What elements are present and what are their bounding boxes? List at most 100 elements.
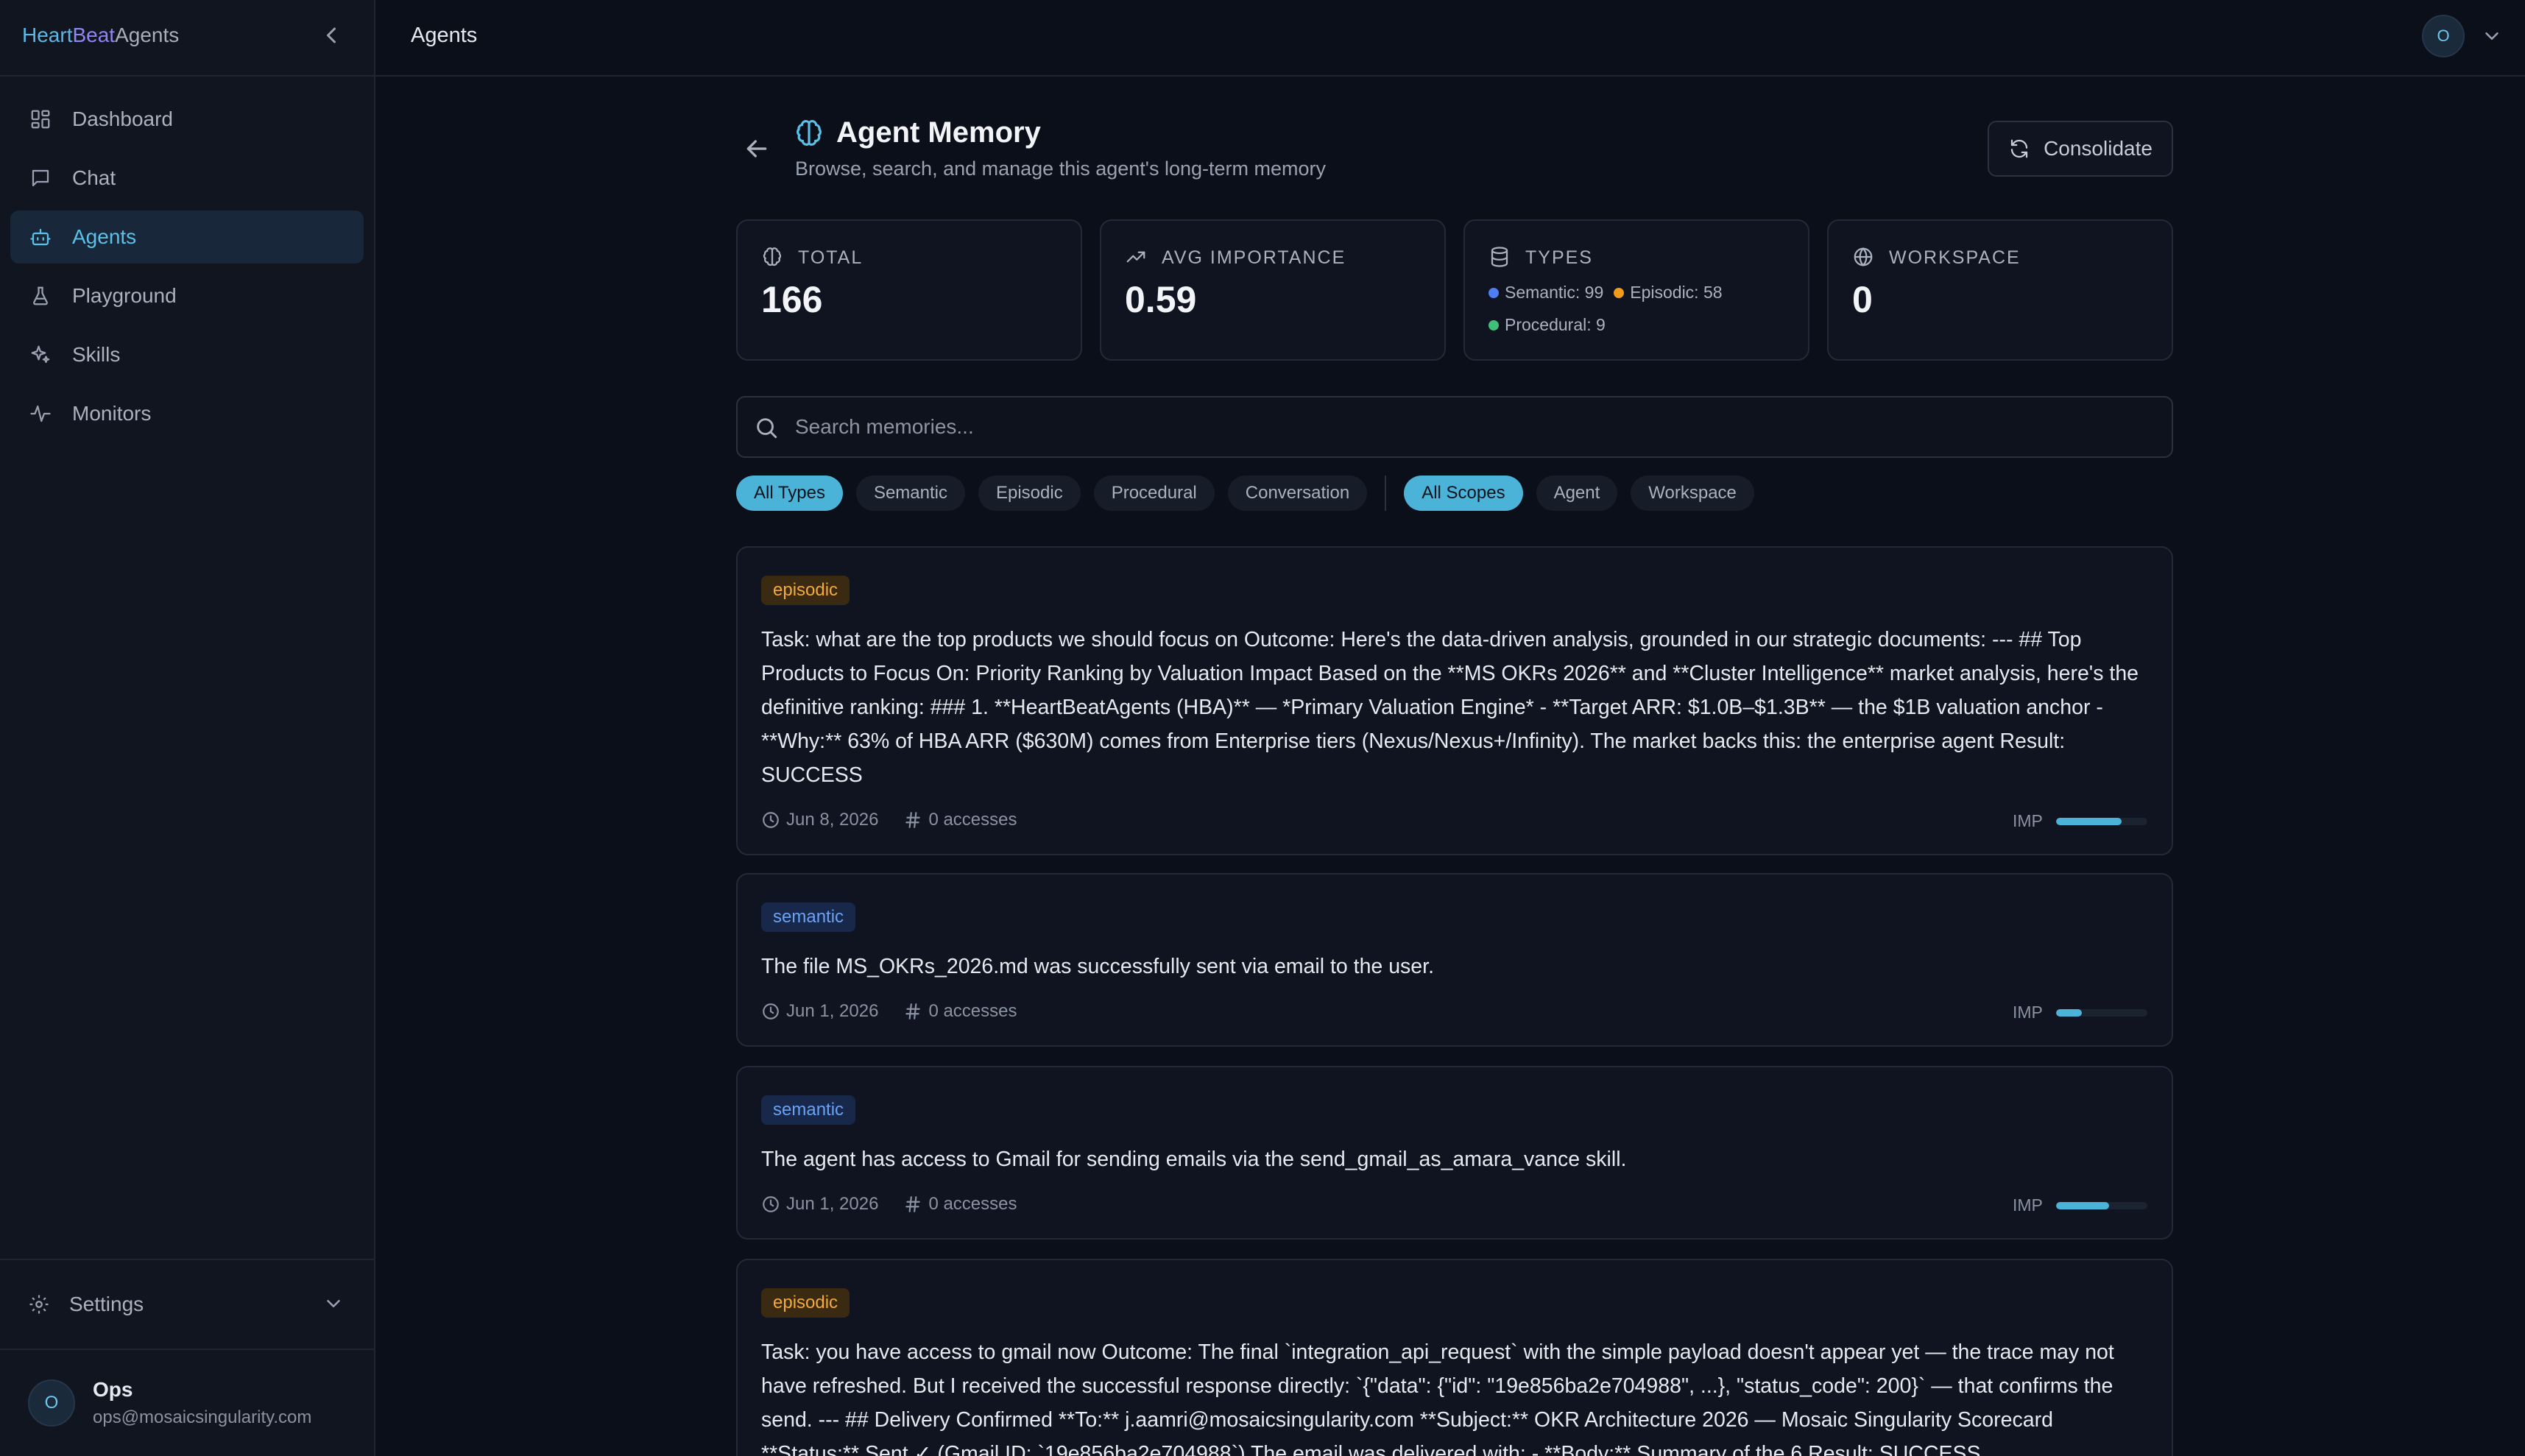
- stat-value: 166: [761, 279, 823, 320]
- types-line-2: Procedural: 9: [1488, 315, 1606, 335]
- importance-meter: IMP: [2013, 1195, 2147, 1215]
- semantic-dot: [1488, 287, 1499, 298]
- sidebar-item-label: Monitors: [72, 402, 152, 425]
- hash-icon: [905, 1196, 921, 1212]
- collapse-sidebar-button[interactable]: [318, 22, 345, 49]
- sidebar-item-label: Skills: [72, 343, 121, 366]
- memory-type-badge: episodic: [761, 1288, 850, 1318]
- memory-date: Jun 1, 2026: [786, 1001, 879, 1021]
- memory-card[interactable]: episodic Task: what are the top products…: [736, 546, 2173, 855]
- clock-icon: [763, 1196, 779, 1212]
- chevron-down-icon[interactable]: [2481, 25, 2503, 47]
- topbar: Agents O: [375, 0, 2525, 77]
- robot-icon: [28, 225, 53, 250]
- sidebar-item-agents[interactable]: Agents: [10, 211, 364, 264]
- filter-procedural[interactable]: Procedural: [1093, 476, 1215, 511]
- sidebar-item-chat[interactable]: Chat: [10, 152, 364, 205]
- brand-part-2: Beat: [72, 24, 116, 46]
- page-title: Agent Memory: [836, 116, 1041, 149]
- trending-up-icon: [1126, 251, 1145, 263]
- brain-icon: [797, 120, 822, 146]
- procedural-count: Procedural: 9: [1505, 315, 1606, 334]
- episodic-dot: [1614, 287, 1625, 298]
- memory-text: Task: what are the top products we shoul…: [761, 628, 2139, 787]
- memory-date: Jun 1, 2026: [786, 1194, 879, 1214]
- page-breadcrumb: Agents: [411, 24, 478, 47]
- filter-semantic[interactable]: Semantic: [855, 476, 965, 511]
- flask-icon: [28, 283, 53, 308]
- importance-fill: [2055, 1008, 2082, 1017]
- filter-agent[interactable]: Agent: [1536, 476, 1618, 511]
- procedural-dot: [1488, 319, 1499, 331]
- memory-text: The file MS_OKRs_2026.md was successfull…: [761, 955, 1434, 978]
- brand-part-1: Heart: [22, 24, 73, 46]
- sidebar-header: HeartBeatAgents: [0, 0, 374, 77]
- sidebar-item-playground[interactable]: Playground: [10, 269, 364, 322]
- memory-card[interactable]: semantic The agent has access to Gmail f…: [736, 1066, 2173, 1240]
- importance-label: IMP: [2013, 811, 2043, 830]
- memory-accesses: 0 accesses: [928, 1194, 1017, 1214]
- back-button[interactable]: [742, 134, 771, 163]
- filter-divider: [1385, 476, 1387, 511]
- filter-all-types[interactable]: All Types: [736, 476, 843, 511]
- sidebar-item-monitors[interactable]: Monitors: [10, 387, 364, 440]
- importance-track: [2055, 1008, 2147, 1017]
- memory-type-badge: semantic: [761, 902, 856, 932]
- search-icon: [757, 418, 777, 439]
- refresh-icon: [2010, 139, 2028, 158]
- filter-episodic[interactable]: Episodic: [978, 476, 1081, 511]
- globe-icon: [1854, 247, 1873, 266]
- filter-all-scopes[interactable]: All Scopes: [1404, 476, 1523, 511]
- importance-label: IMP: [2013, 1195, 2043, 1215]
- activity-icon: [28, 401, 53, 426]
- arrow-left-icon: [746, 140, 767, 158]
- memory-accesses: 0 accesses: [928, 1001, 1017, 1021]
- memory-meta: Jun 8, 2026 0 accesses: [761, 810, 1017, 830]
- sidebar: HeartBeatAgents Dashboard Chat Agents Pl…: [0, 0, 375, 1456]
- consolidate-label: Consolidate: [2044, 137, 2153, 160]
- stat-workspace: WORKSPACE 0: [1827, 219, 2173, 361]
- stat-label: TOTAL: [798, 247, 864, 268]
- sidebar-item-skills[interactable]: Skills: [10, 328, 364, 381]
- memory-card[interactable]: episodic Task: you have access to gmail …: [736, 1259, 2173, 1456]
- importance-fill: [2055, 1201, 2109, 1209]
- consolidate-button[interactable]: Consolidate: [1988, 121, 2173, 177]
- avatar: O: [28, 1379, 75, 1427]
- memory-card[interactable]: semantic The file MS_OKRs_2026.md was su…: [736, 873, 2173, 1047]
- database-icon: [1491, 247, 1508, 267]
- user-name: Ops: [93, 1378, 133, 1401]
- episodic-count: Episodic: 58: [1630, 283, 1723, 302]
- memory-accesses: 0 accesses: [928, 810, 1017, 830]
- hash-icon: [905, 812, 921, 828]
- user-email: ops@mosaicsingularity.com: [93, 1407, 312, 1427]
- memory-type-badge: episodic: [761, 576, 850, 605]
- memory-meta: Jun 1, 2026 0 accesses: [761, 1194, 1017, 1215]
- sidebar-settings[interactable]: Settings: [0, 1259, 374, 1350]
- stat-total: TOTAL 166: [736, 219, 1082, 361]
- memory-text: The agent has access to Gmail for sendin…: [761, 1148, 1627, 1171]
- semantic-count: Semantic: 99: [1505, 283, 1604, 302]
- filter-conversation[interactable]: Conversation: [1227, 476, 1368, 511]
- chevron-down-icon: [327, 1300, 340, 1307]
- memory-type-badge: semantic: [761, 1095, 856, 1125]
- importance-track: [2055, 1201, 2147, 1209]
- clock-icon: [763, 812, 779, 828]
- sparkles-icon: [28, 342, 53, 367]
- brand-logo[interactable]: HeartBeatAgents: [22, 24, 179, 47]
- app-root: HeartBeatAgents Dashboard Chat Agents Pl…: [0, 0, 2525, 1456]
- sidebar-item-label: Chat: [72, 166, 116, 189]
- stat-value: 0: [1852, 279, 1873, 320]
- sidebar-item-dashboard[interactable]: Dashboard: [10, 93, 364, 146]
- search-input[interactable]: [795, 397, 2157, 456]
- settings-label: Settings: [69, 1293, 144, 1315]
- chevron-left-icon: [327, 27, 336, 43]
- brand-part-3: Agents: [115, 24, 180, 46]
- sidebar-user[interactable]: O Ops ops@mosaicsingularity.com: [0, 1351, 374, 1456]
- sidebar-item-label: Playground: [72, 284, 177, 307]
- hash-icon: [905, 1003, 921, 1019]
- stat-label: AVG IMPORTANCE: [1162, 247, 1346, 268]
- importance-track: [2055, 817, 2147, 825]
- user-menu-avatar[interactable]: O: [2422, 15, 2465, 57]
- stat-label: TYPES: [1525, 247, 1593, 268]
- filter-workspace[interactable]: Workspace: [1631, 476, 1754, 511]
